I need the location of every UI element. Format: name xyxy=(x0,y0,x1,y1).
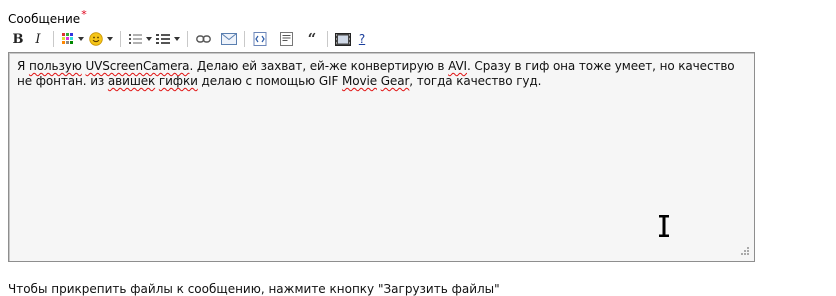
text-segment: . Делаю ей захват, ей-же конвертирую в xyxy=(189,59,449,73)
italic-icon: I xyxy=(35,31,41,47)
text-segment: делаю с помощью GIF xyxy=(197,74,342,88)
toolbar-divider xyxy=(244,31,245,47)
chevron-down-icon xyxy=(174,37,180,41)
link-icon xyxy=(195,35,211,43)
email-icon xyxy=(221,33,237,45)
toolbar-divider xyxy=(187,31,188,47)
chevron-down-icon xyxy=(78,37,84,41)
color-button[interactable] xyxy=(59,29,87,49)
code-icon xyxy=(253,32,267,46)
chevron-down-icon xyxy=(145,37,152,41)
message-editor[interactable]: Я пользую UVScreenCamera. Делаю ей захва… xyxy=(8,52,755,262)
message-label-text: Сообщение xyxy=(8,12,81,26)
chevron-down-icon xyxy=(107,37,113,41)
editor-toolbar: B I “ ? xyxy=(8,29,369,49)
quote-icon: “ xyxy=(307,30,317,48)
numbered-list-icon xyxy=(156,34,170,44)
misspelled-word: гифки xyxy=(158,74,198,88)
numbered-list-button[interactable] xyxy=(154,29,182,49)
toolbar-divider xyxy=(53,31,54,47)
insert-email-button[interactable] xyxy=(219,29,239,49)
help-link[interactable]: ? xyxy=(355,29,369,49)
message-text[interactable]: Я пользую UVScreenCamera. Делаю ей захва… xyxy=(17,59,742,89)
toolbar-divider xyxy=(120,31,121,47)
text-segment: , тогда качество гуд. xyxy=(409,74,542,88)
insert-video-button[interactable] xyxy=(333,29,353,49)
insert-link-button[interactable] xyxy=(193,29,213,49)
quote-button[interactable]: “ xyxy=(302,29,322,49)
toolbar-divider xyxy=(327,31,328,47)
video-icon xyxy=(335,32,351,46)
insert-document-button[interactable] xyxy=(276,29,296,49)
bullet-list-button[interactable] xyxy=(126,29,154,49)
resize-grip-icon[interactable] xyxy=(739,246,750,257)
text-cursor-icon xyxy=(659,215,669,237)
color-palette-icon xyxy=(62,33,73,44)
attach-files-note: Чтобы прикрепить файлы к сообщению, нажм… xyxy=(8,282,500,296)
misspelled-word: UVScreenCamera xyxy=(85,59,190,73)
misspelled-word: AVI xyxy=(448,59,467,73)
misspelled-word: пользую xyxy=(28,59,82,73)
message-label: Сообщение* xyxy=(8,8,87,26)
misspelled-word: Gear xyxy=(380,74,410,88)
misspelled-word: Movie xyxy=(341,74,377,88)
italic-button[interactable]: I xyxy=(28,29,48,49)
bold-icon: B xyxy=(12,31,24,47)
smiley-icon xyxy=(89,32,103,46)
help-icon: ? xyxy=(358,32,366,46)
smiley-button[interactable] xyxy=(87,29,115,49)
text-segment: Я xyxy=(17,59,29,73)
document-icon xyxy=(279,32,293,46)
bullet-list-icon xyxy=(128,34,142,44)
required-mark: * xyxy=(81,8,87,21)
insert-code-button[interactable] xyxy=(250,29,270,49)
bold-button[interactable]: B xyxy=(8,29,28,49)
misspelled-word: авишек xyxy=(107,74,156,88)
